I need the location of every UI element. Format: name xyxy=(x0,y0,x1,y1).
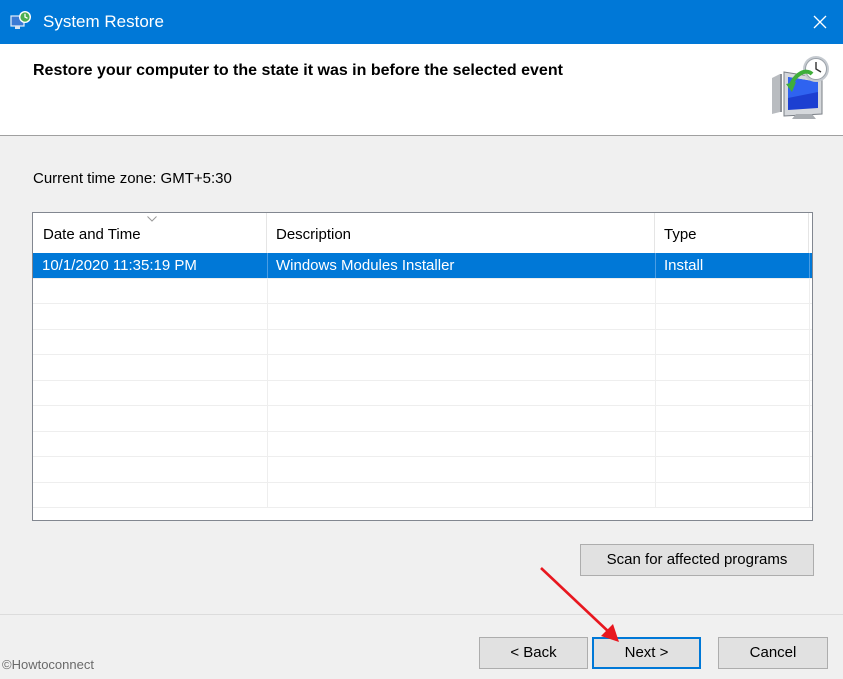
next-button[interactable]: Next > xyxy=(592,637,701,669)
empty-row xyxy=(33,355,812,381)
empty-row xyxy=(33,431,812,457)
row-date-time: 10/1/2020 11:35:19 PM xyxy=(33,253,268,278)
close-icon xyxy=(813,15,827,29)
timezone-label: Current time zone: GMT+5:30 xyxy=(33,170,232,187)
wizard-heading: Restore your computer to the state it wa… xyxy=(33,62,563,79)
column-header-label: Date and Time xyxy=(43,226,141,243)
list-rows: 10/1/2020 11:35:19 PM Windows Modules In… xyxy=(33,253,812,508)
empty-row xyxy=(33,406,812,432)
column-header-label: Type xyxy=(664,226,697,243)
column-header-date-time[interactable]: Date and Time xyxy=(33,213,267,253)
wizard-header: Restore your computer to the state it wa… xyxy=(0,44,843,136)
row-type: Install xyxy=(656,253,810,278)
row-description: Windows Modules Installer xyxy=(268,253,656,278)
empty-row xyxy=(33,457,812,483)
system-restore-icon xyxy=(10,11,31,29)
empty-row xyxy=(33,278,812,304)
close-button[interactable] xyxy=(797,0,843,44)
sort-descending-icon xyxy=(147,216,157,222)
window-title: System Restore xyxy=(43,12,164,31)
title-bar: System Restore xyxy=(0,0,843,44)
empty-row xyxy=(33,482,812,508)
restore-point-row[interactable]: 10/1/2020 11:35:19 PM Windows Modules In… xyxy=(33,253,812,279)
watermark: ©Howtoconnect xyxy=(2,657,94,672)
column-header-type[interactable]: Type xyxy=(655,213,809,253)
scan-affected-programs-button[interactable]: Scan for affected programs xyxy=(580,544,814,576)
list-column-headers: Date and Time Description Type xyxy=(33,213,812,253)
column-header-label: Description xyxy=(276,226,352,243)
empty-row xyxy=(33,329,812,355)
footer-divider xyxy=(0,614,843,615)
column-header-description[interactable]: Description xyxy=(267,213,655,253)
restore-points-list[interactable]: Date and Time Description Type 10/1/2020… xyxy=(32,212,813,521)
empty-row xyxy=(33,380,812,406)
restore-monitor-clock-icon xyxy=(772,56,829,119)
cancel-button[interactable]: Cancel xyxy=(718,637,828,669)
back-button[interactable]: < Back xyxy=(479,637,588,669)
empty-row xyxy=(33,304,812,330)
